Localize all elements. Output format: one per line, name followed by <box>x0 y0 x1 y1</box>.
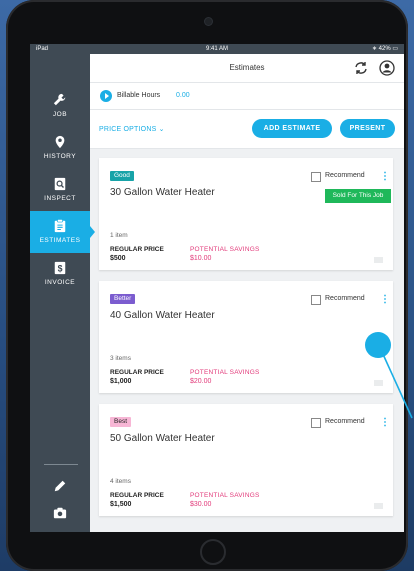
tablet-device: iPad 9:41 AM ∗ 42% ▭ JOB HISTORY INSPECT… <box>6 0 408 571</box>
sidebar: JOB HISTORY INSPECT ESTIMATES $ INVOICE <box>30 54 95 532</box>
estimate-name: 30 Gallon Water Heater <box>110 187 215 198</box>
recommend-checkbox[interactable] <box>311 172 321 182</box>
billable-hours-bar: Billable Hours 0.00 <box>90 83 404 110</box>
recommend-checkbox[interactable] <box>311 418 321 428</box>
sidebar-item-label: INVOICE <box>44 279 76 286</box>
item-count: 1 item <box>110 232 128 239</box>
potential-savings-value: $20.00 <box>190 378 212 385</box>
potential-savings-label: POTENTIAL SAVINGS <box>190 369 260 376</box>
sold-badge: Sold For This Job <box>325 189 391 203</box>
sidebar-divider <box>44 464 78 465</box>
drag-handle-icon[interactable] <box>374 257 383 263</box>
play-timer-button[interactable] <box>100 90 112 102</box>
regular-price-label: REGULAR PRICE <box>110 369 164 376</box>
magnifier-document-icon <box>54 177 66 191</box>
svg-text:$: $ <box>58 264 63 274</box>
status-bar: iPad 9:41 AM ∗ 42% ▭ <box>30 44 404 54</box>
app-header: Estimates <box>90 54 404 83</box>
estimate-card-better[interactable]: Better 40 Gallon Water Heater Recommend … <box>99 281 393 393</box>
dollar-document-icon: $ <box>54 261 66 275</box>
recommend-label: Recommend <box>325 295 365 302</box>
sidebar-item-estimates[interactable]: ESTIMATES <box>30 211 95 253</box>
sync-icon[interactable] <box>352 59 370 77</box>
recommend-label: Recommend <box>325 418 365 425</box>
present-button[interactable]: PRESENT <box>340 119 395 138</box>
price-options-dropdown[interactable]: PRICE OPTIONS ⌄ <box>99 125 165 133</box>
tier-badge: Best <box>110 417 132 427</box>
map-pin-icon <box>55 135 65 149</box>
battery-label: ∗ 42% ▭ <box>371 46 398 52</box>
potential-savings-value: $30.00 <box>190 501 212 508</box>
sidebar-item-label: HISTORY <box>43 153 77 160</box>
potential-savings-value: $10.00 <box>190 255 212 262</box>
estimate-name: 50 Gallon Water Heater <box>110 433 215 444</box>
wrench-icon <box>53 93 66 106</box>
regular-price-label: REGULAR PRICE <box>110 246 164 253</box>
sidebar-item-label: ESTIMATES <box>39 237 81 244</box>
recommend-checkbox[interactable] <box>311 295 321 305</box>
billable-hours-label: Billable Hours <box>117 92 161 99</box>
pencil-icon[interactable] <box>53 479 67 493</box>
sidebar-item-label: JOB <box>52 111 68 118</box>
sidebar-item-label: INSPECT <box>44 195 76 202</box>
item-count: 3 items <box>110 355 131 362</box>
more-options-icon[interactable]: ⋮ <box>380 294 390 306</box>
regular-price-value: $1,500 <box>110 501 132 508</box>
sidebar-item-job[interactable]: JOB <box>30 85 90 127</box>
callout-line <box>381 351 413 419</box>
item-count: 4 items <box>110 478 131 485</box>
chevron-down-icon: ⌄ <box>158 126 165 133</box>
estimate-card-good[interactable]: Good 30 Gallon Water Heater Recommend ⋮ … <box>99 158 393 270</box>
more-options-icon[interactable]: ⋮ <box>380 171 390 183</box>
clipboard-icon <box>54 219 66 233</box>
regular-price-value: $1,000 <box>110 378 132 385</box>
regular-price-value: $500 <box>110 255 126 262</box>
home-button[interactable] <box>200 539 226 565</box>
tier-badge: Good <box>110 171 134 181</box>
regular-price-label: REGULAR PRICE <box>110 492 164 499</box>
estimate-card-best[interactable]: Best 50 Gallon Water Heater Recommend ⋮ … <box>99 404 393 516</box>
sidebar-item-history[interactable]: HISTORY <box>30 127 90 169</box>
estimate-list: Good 30 Gallon Water Heater Recommend ⋮ … <box>90 149 404 532</box>
recommend-label: Recommend <box>325 172 365 179</box>
estimates-toolbar: PRICE OPTIONS ⌄ ADD ESTIMATE PRESENT <box>90 110 404 149</box>
potential-savings-label: POTENTIAL SAVINGS <box>190 246 260 253</box>
add-estimate-button[interactable]: ADD ESTIMATE <box>252 119 332 138</box>
potential-savings-label: POTENTIAL SAVINGS <box>190 492 260 499</box>
camera-icon[interactable] <box>53 506 67 520</box>
camera <box>205 18 212 25</box>
sidebar-item-inspect[interactable]: INSPECT <box>30 169 90 211</box>
billable-hours-value: 0.00 <box>176 92 190 99</box>
user-account-icon[interactable] <box>378 59 396 77</box>
drag-handle-icon[interactable] <box>374 503 383 509</box>
tier-badge: Better <box>110 294 136 304</box>
screen: iPad 9:41 AM ∗ 42% ▭ JOB HISTORY INSPECT… <box>30 44 404 532</box>
sidebar-item-invoice[interactable]: $ INVOICE <box>30 253 90 295</box>
clock: 9:41 AM <box>205 46 228 52</box>
estimate-name: 40 Gallon Water Heater <box>110 310 215 321</box>
